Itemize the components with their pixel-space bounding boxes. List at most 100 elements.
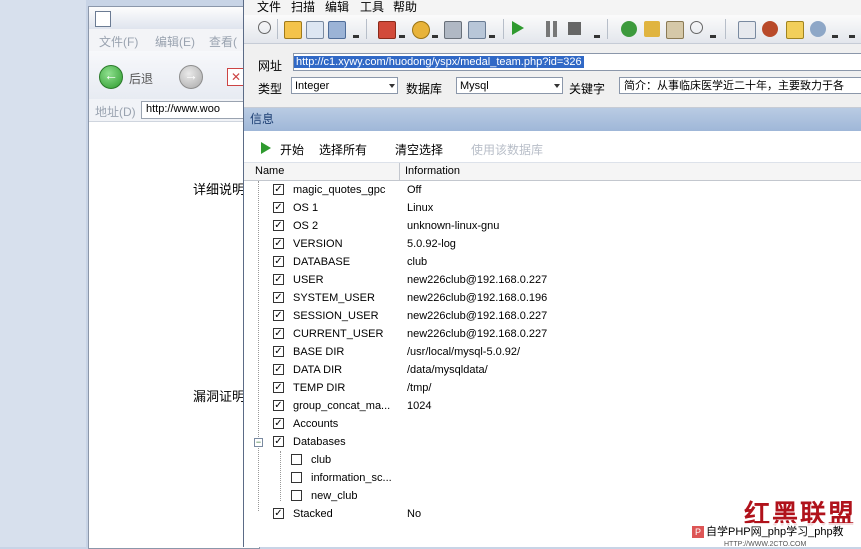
magnifier-icon[interactable] bbox=[258, 21, 271, 34]
address-label: 地址(D) bbox=[95, 105, 136, 119]
bg-menu-edit[interactable]: 编辑(E) bbox=[155, 33, 195, 50]
bg-menu-file[interactable]: 文件(F) bbox=[99, 33, 138, 50]
check-icon[interactable] bbox=[621, 21, 637, 37]
watermark-site: P 自学PHP网_php学习_php教 bbox=[690, 523, 861, 541]
bg-text-detail: 详细说明 bbox=[193, 182, 246, 197]
checkbox[interactable]: ✓ bbox=[273, 436, 284, 447]
tree-row[interactable]: ✓ OS 1 Linux bbox=[244, 199, 861, 217]
home-icon[interactable] bbox=[738, 21, 756, 39]
checkbox[interactable]: ✓ bbox=[273, 400, 284, 411]
col-name[interactable]: Name bbox=[255, 165, 284, 177]
checkbox[interactable]: ✓ bbox=[273, 310, 284, 321]
tree-row[interactable]: ✓ TEMP DIR/tmp/ bbox=[244, 379, 861, 397]
toolbar bbox=[244, 15, 861, 44]
background-browser-window: 文件(F) 编辑(E) 查看( 后退 ✕ 地址(D) http://www.wo… bbox=[88, 6, 261, 549]
tree-row-databases[interactable]: − ✓ Databases bbox=[244, 433, 861, 451]
menu-bar: 文件 扫描 编辑 工具 帮助 bbox=[244, 0, 861, 15]
type-select[interactable]: Integer bbox=[291, 77, 398, 94]
menu-file[interactable]: 文件 bbox=[257, 0, 281, 14]
document-icon[interactable] bbox=[306, 21, 324, 39]
bg-menu-view[interactable]: 查看( bbox=[209, 33, 237, 50]
menu-help[interactable]: 帮助 bbox=[393, 0, 417, 14]
ie-icon bbox=[95, 11, 111, 27]
database-value: Mysql bbox=[460, 80, 489, 92]
select-all-button[interactable]: 选择所有 bbox=[319, 141, 367, 158]
inject-icon[interactable] bbox=[378, 21, 396, 39]
use-database-button[interactable]: 使用该数据库 bbox=[471, 141, 543, 158]
checkbox[interactable]: ✓ bbox=[273, 364, 284, 375]
tree-row[interactable]: ✓ CURRENT_USER new226club@192.168.0.227 bbox=[244, 325, 861, 343]
checkbox[interactable] bbox=[291, 490, 302, 501]
stop-icon[interactable] bbox=[568, 22, 581, 35]
database-label: 数据库 bbox=[406, 82, 443, 96]
gear-icon[interactable] bbox=[412, 21, 430, 39]
checkbox[interactable]: ✓ bbox=[273, 274, 284, 285]
checkbox[interactable]: ✓ bbox=[273, 382, 284, 393]
url-label: 网址 bbox=[258, 59, 283, 73]
bg-text-proof: 漏洞证明 bbox=[193, 389, 246, 404]
keyword-input[interactable]: 简介：从事临床医学近二十年，主要致力于各 bbox=[619, 77, 861, 94]
database-icon[interactable] bbox=[468, 21, 486, 39]
checkbox[interactable]: ✓ bbox=[273, 328, 284, 339]
tree-row[interactable]: ✓ SYSTEM_USER new226club@192.168.0.196 bbox=[244, 289, 861, 307]
column-header: Name Information bbox=[244, 163, 861, 181]
start-button[interactable]: 开始 bbox=[280, 141, 304, 158]
tree-row[interactable]: ✓ magic_quotes_gpc Off bbox=[244, 181, 861, 199]
tree-row-database[interactable]: information_sc... bbox=[244, 469, 861, 487]
start-icon[interactable] bbox=[261, 142, 271, 154]
star-icon[interactable] bbox=[786, 21, 804, 39]
tree-row[interactable]: ✓ VERSION 5.0.92-log bbox=[244, 235, 861, 253]
col-information[interactable]: Information bbox=[405, 165, 460, 177]
checkbox[interactable]: ✓ bbox=[273, 238, 284, 249]
tree-row-database[interactable]: club bbox=[244, 451, 861, 469]
database-select[interactable]: Mysql bbox=[456, 77, 563, 94]
php-logo-icon: P bbox=[692, 526, 704, 538]
checkbox[interactable]: ✓ bbox=[273, 418, 284, 429]
pause-icon[interactable] bbox=[546, 21, 550, 37]
checkbox[interactable]: ✓ bbox=[273, 184, 284, 195]
tree-row[interactable]: ✓ SESSION_USER new226club@192.168.0.227 bbox=[244, 307, 861, 325]
forward-arrow-icon[interactable] bbox=[179, 65, 203, 89]
search-icon[interactable] bbox=[690, 21, 703, 34]
bug-icon[interactable] bbox=[762, 21, 778, 37]
url-input[interactable]: http://c1.xywy.com/huodong/yspx/medal_te… bbox=[293, 53, 861, 71]
checkbox[interactable]: ✓ bbox=[273, 256, 284, 267]
target-panel: 网址 http://c1.xywy.com/huodong/yspx/medal… bbox=[244, 44, 861, 108]
checkbox[interactable]: ✓ bbox=[273, 508, 284, 519]
checkbox[interactable]: ✓ bbox=[273, 202, 284, 213]
desktop-background bbox=[0, 0, 86, 547]
info-header: 信息 bbox=[244, 108, 861, 131]
back-arrow-icon[interactable] bbox=[99, 65, 123, 89]
menu-scan[interactable]: 扫描 bbox=[291, 0, 315, 14]
export-icon[interactable] bbox=[328, 21, 346, 39]
info-icon[interactable] bbox=[810, 21, 826, 37]
injection-tool-window: 文件 扫描 编辑 工具 帮助 网址 http://c1.xywy.com/huo… bbox=[243, 0, 861, 548]
checkbox[interactable] bbox=[291, 472, 302, 483]
type-value: Integer bbox=[295, 80, 330, 92]
checkbox[interactable] bbox=[291, 454, 302, 465]
tree-row[interactable]: ✓ Accounts bbox=[244, 415, 861, 433]
checkbox[interactable]: ✓ bbox=[273, 292, 284, 303]
key-icon[interactable] bbox=[644, 21, 660, 37]
checkbox[interactable]: ✓ bbox=[273, 220, 284, 231]
play-icon[interactable] bbox=[512, 21, 524, 35]
tree-row[interactable]: ✓ BASE DIR/usr/local/mysql-5.0.92/ bbox=[244, 343, 861, 361]
tree-row[interactable]: ✓ OS 2 unknown-linux-gnu bbox=[244, 217, 861, 235]
clear-selection-button[interactable]: 清空选择 bbox=[395, 141, 443, 158]
bg-page-content: 详细说明 漏洞证明 bbox=[89, 122, 259, 548]
user-icon[interactable] bbox=[666, 21, 684, 39]
tree-row[interactable]: ✓ USER new226club@192.168.0.227 bbox=[244, 271, 861, 289]
wrench-icon[interactable] bbox=[444, 21, 462, 39]
tree-row[interactable]: ✓ group_concat_ma... 1024 bbox=[244, 397, 861, 415]
tree-row[interactable]: ✓ DATA DIR/data/mysqldata/ bbox=[244, 361, 861, 379]
back-label[interactable]: 后退 bbox=[129, 70, 153, 87]
type-label: 类型 bbox=[258, 82, 283, 96]
bg-menu-bar: 文件(F) 编辑(E) 查看( bbox=[89, 29, 259, 52]
collapse-icon[interactable]: − bbox=[254, 438, 263, 447]
bg-address-bar: 地址(D) http://www.woo bbox=[89, 99, 261, 122]
checkbox[interactable]: ✓ bbox=[273, 346, 284, 357]
tree-row[interactable]: ✓ DATABASE club bbox=[244, 253, 861, 271]
menu-tools[interactable]: 工具 bbox=[360, 0, 384, 14]
menu-edit[interactable]: 编辑 bbox=[325, 0, 349, 14]
folder-icon[interactable] bbox=[284, 21, 302, 39]
